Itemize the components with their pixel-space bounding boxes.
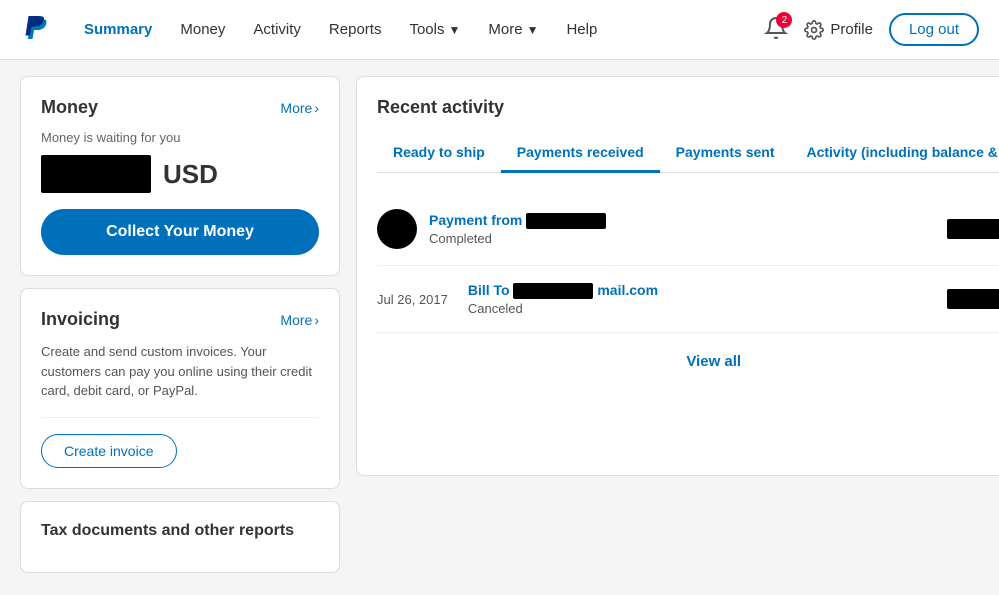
tab-ready-to-ship[interactable]: Ready to ship	[377, 134, 501, 173]
money-waiting-text: Money is waiting for you	[41, 130, 319, 145]
transaction-info-1: Payment from Completed	[429, 212, 931, 246]
transaction-right-1: USD	[947, 219, 999, 239]
main-layout: Money More › Money is waiting for you US…	[0, 60, 999, 589]
invoicing-card-header: Invoicing More ›	[41, 309, 319, 330]
transaction-date-2: Jul 26, 2017	[377, 292, 448, 307]
transaction-left-1: Payment from Completed	[377, 209, 931, 249]
profile-gear[interactable]: Profile	[804, 20, 873, 40]
nav-tools[interactable]: Tools ▼	[397, 13, 472, 46]
transaction-name-1[interactable]: Payment from	[429, 212, 931, 229]
tab-payments-received[interactable]: Payments received	[501, 134, 660, 173]
money-card-title: Money	[41, 97, 98, 118]
invoicing-card: Invoicing More › Create and send custom …	[20, 288, 340, 489]
nav-reports[interactable]: Reports	[317, 13, 394, 46]
money-card-header: Money More ›	[41, 97, 319, 118]
notification-count: 2	[776, 12, 792, 28]
transaction-amount-redacted-2	[947, 289, 999, 309]
transaction-name-2[interactable]: Bill To mail.com	[468, 282, 931, 299]
notifications-bell[interactable]: 2	[764, 16, 788, 43]
profile-label: Profile	[830, 21, 873, 38]
money-amount-redacted	[41, 155, 151, 193]
tax-card-header: Tax documents and other reports	[41, 522, 319, 540]
tab-activity-balance[interactable]: Activity (including balance & fees)	[790, 134, 999, 173]
tax-card: Tax documents and other reports	[20, 501, 340, 573]
transaction-name-redacted-2	[513, 283, 593, 299]
transaction-status-2: Canceled	[468, 301, 931, 316]
transaction-info-2: Bill To mail.com Canceled	[468, 282, 931, 316]
nav-activity[interactable]: Activity	[241, 13, 313, 46]
activity-title: Recent activity	[377, 97, 504, 118]
money-more-link[interactable]: More ›	[280, 100, 319, 116]
transaction-row: Payment from Completed USD	[377, 193, 999, 266]
transaction-left-2: Jul 26, 2017 Bill To mail.com Canceled	[377, 282, 931, 316]
transaction-status-1: Completed	[429, 231, 931, 246]
transaction-row-2: Jul 26, 2017 Bill To mail.com Canceled U…	[377, 266, 999, 333]
more-chevron-icon: ▼	[527, 23, 539, 37]
transaction-name-redacted-1	[526, 213, 606, 229]
tab-payments-sent[interactable]: Payments sent	[660, 134, 791, 173]
nav-summary[interactable]: Summary	[72, 13, 164, 46]
collect-money-button[interactable]: Collect Your Money	[41, 209, 319, 255]
create-invoice-button[interactable]: Create invoice	[41, 434, 177, 468]
left-column: Money More › Money is waiting for you US…	[20, 76, 340, 573]
invoicing-description: Create and send custom invoices. Your cu…	[41, 342, 319, 401]
money-more-chevron-icon: ›	[314, 100, 319, 116]
nav-more[interactable]: More ▼	[476, 13, 550, 46]
transaction-right-2: USD	[947, 289, 999, 309]
nav-links: Summary Money Activity Reports Tools ▼ M…	[72, 13, 764, 46]
navigation: Summary Money Activity Reports Tools ▼ M…	[0, 0, 999, 60]
nav-right: 2 Profile Log out	[764, 13, 979, 46]
view-all-link[interactable]: View all	[686, 353, 741, 370]
transaction-amount-redacted-1	[947, 219, 999, 239]
money-amount-row: USD	[41, 155, 319, 193]
nav-money[interactable]: Money	[168, 13, 237, 46]
invoicing-card-title: Invoicing	[41, 309, 120, 330]
invoicing-more-chevron-icon: ›	[314, 312, 319, 328]
paypal-logo[interactable]	[20, 14, 52, 46]
money-currency-label: USD	[163, 159, 218, 190]
activity-card: Recent activity More › Ready to ship Pay…	[356, 76, 999, 476]
invoicing-more-link[interactable]: More ›	[280, 312, 319, 328]
view-all-row: View all	[377, 333, 999, 374]
activity-tabs: Ready to ship Payments received Payments…	[377, 134, 999, 173]
transaction-avatar-1	[377, 209, 417, 249]
logout-button[interactable]: Log out	[889, 13, 979, 46]
activity-header: Recent activity More ›	[377, 97, 999, 118]
money-card: Money More › Money is waiting for you US…	[20, 76, 340, 276]
invoice-divider	[41, 417, 319, 418]
tax-card-title: Tax documents and other reports	[41, 522, 294, 540]
right-column: Recent activity More › Ready to ship Pay…	[356, 76, 999, 573]
tools-chevron-icon: ▼	[448, 23, 460, 37]
nav-help[interactable]: Help	[554, 13, 609, 46]
